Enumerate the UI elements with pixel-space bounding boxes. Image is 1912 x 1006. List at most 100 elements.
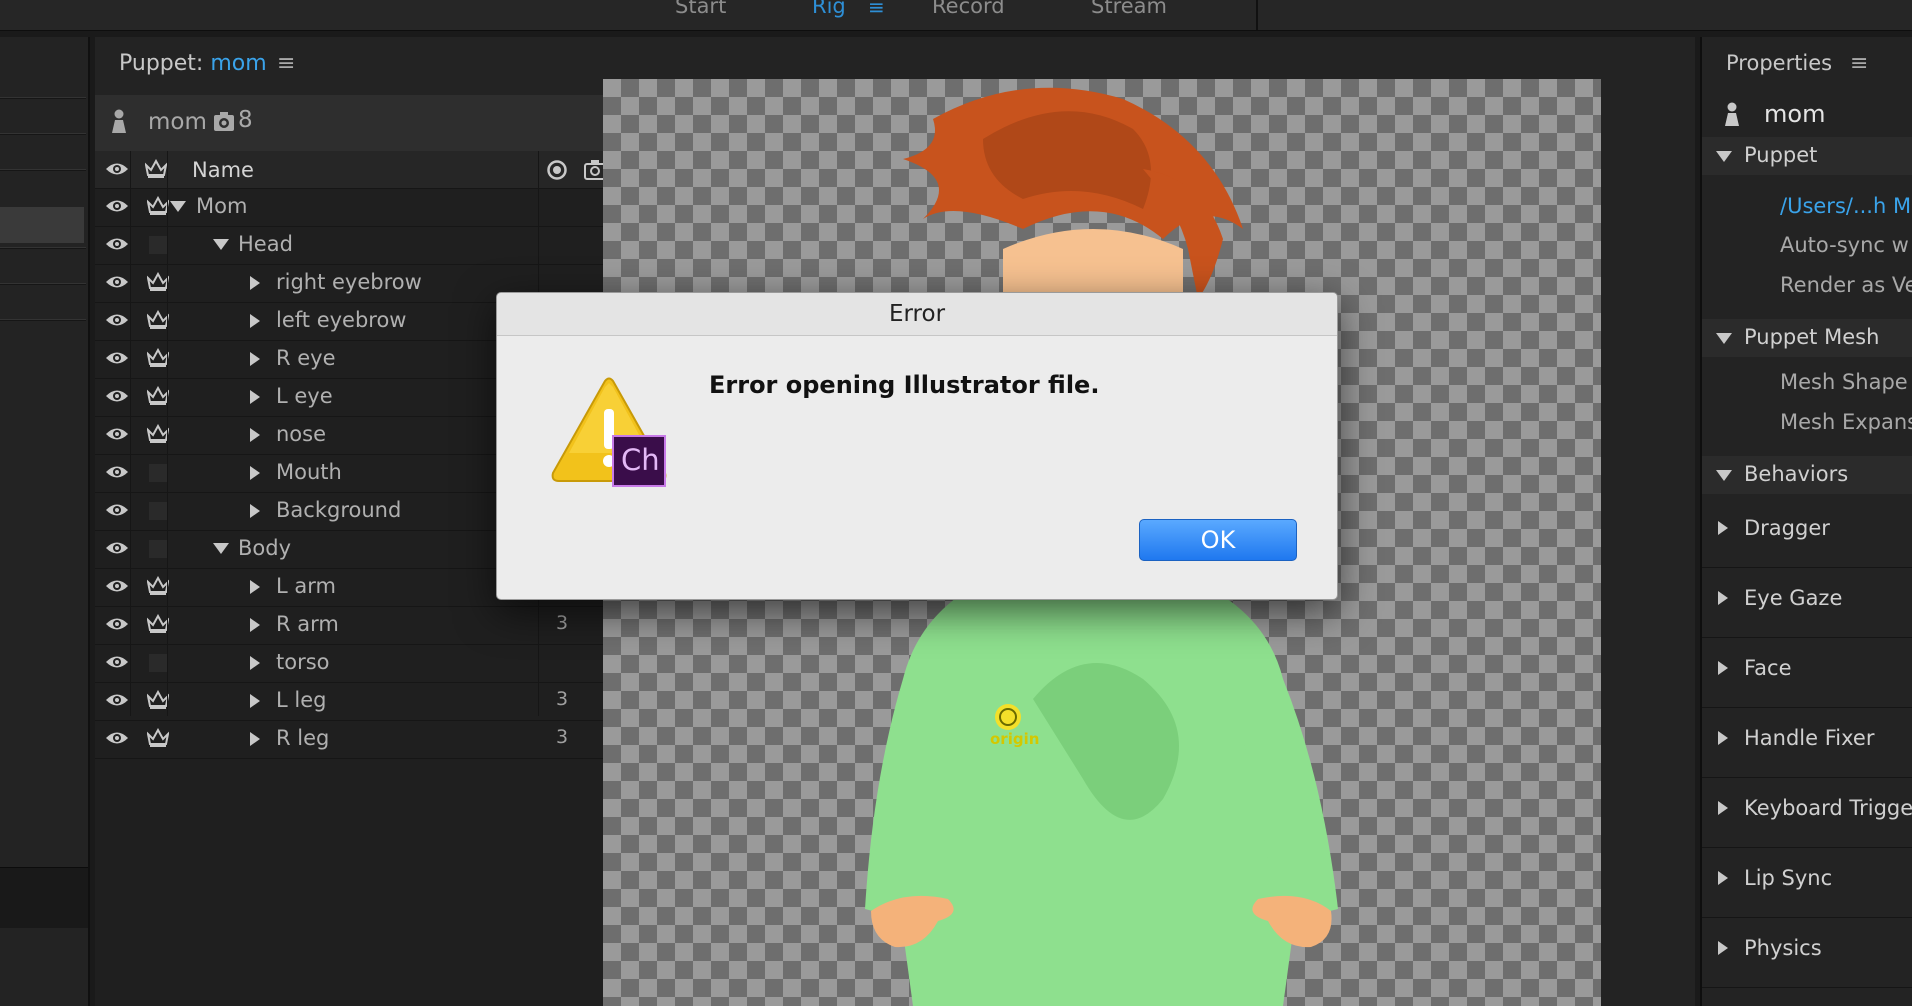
expand-icon[interactable] — [1718, 661, 1728, 675]
crown-icon[interactable] — [147, 690, 169, 710]
section-behaviors[interactable]: Behaviors — [1702, 456, 1912, 494]
eye-icon[interactable] — [105, 312, 129, 328]
eye-icon[interactable] — [105, 274, 129, 290]
expand-icon[interactable] — [250, 276, 260, 290]
rig-menu-icon[interactable]: ≡ — [868, 0, 885, 19]
layer-label: Body — [238, 536, 292, 560]
crown-icon[interactable] — [147, 728, 169, 748]
mesh-expansion-option[interactable]: Mesh Expans — [1780, 410, 1912, 434]
layer-row[interactable]: R leg 3 — [95, 720, 687, 759]
eye-icon[interactable] — [105, 616, 129, 632]
eye-icon[interactable] — [105, 426, 129, 442]
expand-icon[interactable] — [250, 656, 260, 670]
behavior-label: Face — [1744, 656, 1792, 680]
eye-icon[interactable] — [105, 654, 129, 670]
collapse-icon[interactable] — [213, 239, 229, 250]
tab-start[interactable]: Start — [675, 0, 726, 18]
camera-icon — [214, 112, 234, 131]
expand-icon[interactable] — [1718, 731, 1728, 745]
tab-stream[interactable]: Stream — [1091, 0, 1167, 18]
project-row-divider — [0, 97, 86, 99]
expand-icon[interactable] — [250, 618, 260, 632]
project-selected-row[interactable] — [0, 207, 84, 243]
crown-icon[interactable] — [147, 386, 169, 406]
properties-puppet-name: mom — [1764, 100, 1826, 128]
section-puppet-mesh[interactable]: Puppet Mesh — [1702, 319, 1912, 357]
eye-icon[interactable] — [105, 236, 129, 252]
expand-icon[interactable] — [1718, 871, 1728, 885]
expand-icon[interactable] — [250, 732, 260, 746]
section-puppet[interactable]: Puppet — [1702, 137, 1912, 175]
eye-icon[interactable] — [105, 730, 129, 746]
expand-icon[interactable] — [250, 580, 260, 594]
behavior-item[interactable]: Dragger — [1702, 497, 1912, 568]
crown-icon[interactable] — [147, 348, 169, 368]
expand-icon[interactable] — [1718, 521, 1728, 535]
record-target-icon[interactable] — [546, 159, 568, 181]
eye-icon[interactable] — [105, 464, 129, 480]
crown-icon[interactable] — [147, 614, 169, 634]
crown-icon[interactable] — [145, 159, 167, 179]
puppet-panel-menu-icon[interactable]: ≡ — [277, 51, 295, 76]
expand-icon[interactable] — [250, 352, 260, 366]
layer-row[interactable]: torso — [95, 644, 687, 683]
expand-icon[interactable] — [250, 390, 260, 404]
tab-record[interactable]: Record — [932, 0, 1005, 18]
behavior-item[interactable]: Handle Fixer — [1702, 707, 1912, 778]
empty-crown-slot[interactable] — [149, 464, 167, 482]
crown-icon[interactable] — [147, 576, 169, 596]
expand-icon[interactable] — [1718, 801, 1728, 815]
collapse-icon[interactable] — [213, 543, 229, 554]
layer-label: L leg — [276, 688, 327, 712]
project-panel — [0, 37, 90, 1006]
eye-icon[interactable] — [105, 350, 129, 366]
origin-label: origin — [990, 730, 1040, 748]
eye-icon[interactable] — [105, 502, 129, 518]
layer-label: torso — [276, 650, 330, 674]
collapse-icon[interactable] — [170, 201, 186, 212]
properties-panel: Properties ≡ mom Puppet /Users/...h M Au… — [1700, 37, 1912, 1006]
crown-icon[interactable] — [147, 196, 169, 216]
expand-icon[interactable] — [250, 314, 260, 328]
expand-icon[interactable] — [250, 466, 260, 480]
layer-row[interactable]: R arm 3 — [95, 606, 687, 645]
crown-icon[interactable] — [147, 272, 169, 292]
layer-row[interactable]: Head — [95, 226, 687, 265]
project-row-divider — [0, 247, 86, 249]
behavior-item[interactable]: Physics — [1702, 917, 1912, 988]
layer-label: R arm — [276, 612, 339, 636]
eye-icon[interactable] — [105, 578, 129, 594]
layer-row[interactable]: L leg 3 — [95, 682, 687, 721]
auto-sync-option[interactable]: Auto-sync w — [1780, 233, 1909, 257]
tab-rig[interactable]: Rig — [812, 0, 846, 18]
crown-icon[interactable] — [147, 424, 169, 444]
eye-icon[interactable] — [105, 540, 129, 556]
ok-button[interactable]: OK — [1139, 519, 1297, 561]
mesh-shape-option[interactable]: Mesh Shape — [1780, 370, 1908, 394]
behavior-item[interactable]: Lip Sync — [1702, 847, 1912, 918]
empty-crown-slot[interactable] — [149, 236, 167, 254]
puppet-panel-title: Puppet: mom — [119, 51, 267, 76]
layer-row[interactable]: Mom — [95, 188, 687, 227]
expand-icon[interactable] — [250, 428, 260, 442]
crown-icon[interactable] — [147, 310, 169, 330]
empty-crown-slot[interactable] — [149, 654, 167, 672]
character-animator-badge-text: Ch — [621, 443, 660, 477]
empty-crown-slot[interactable] — [149, 502, 167, 520]
collapse-icon — [1716, 151, 1732, 162]
expand-icon[interactable] — [1718, 941, 1728, 955]
properties-menu-icon[interactable]: ≡ — [1850, 51, 1868, 76]
expand-icon[interactable] — [250, 504, 260, 518]
expand-icon[interactable] — [1718, 591, 1728, 605]
behavior-item[interactable]: Keyboard Trigge — [1702, 777, 1912, 848]
puppet-file-path-link[interactable]: /Users/...h M — [1780, 194, 1911, 218]
eye-icon[interactable] — [105, 692, 129, 708]
eye-icon[interactable] — [105, 388, 129, 404]
behavior-item[interactable]: Eye Gaze — [1702, 567, 1912, 638]
expand-icon[interactable] — [250, 694, 260, 708]
render-as-vector-option[interactable]: Render as Ve — [1780, 273, 1912, 297]
empty-crown-slot[interactable] — [149, 540, 167, 558]
eye-icon[interactable] — [105, 161, 129, 177]
eye-icon[interactable] — [105, 198, 129, 214]
behavior-item[interactable]: Face — [1702, 637, 1912, 708]
